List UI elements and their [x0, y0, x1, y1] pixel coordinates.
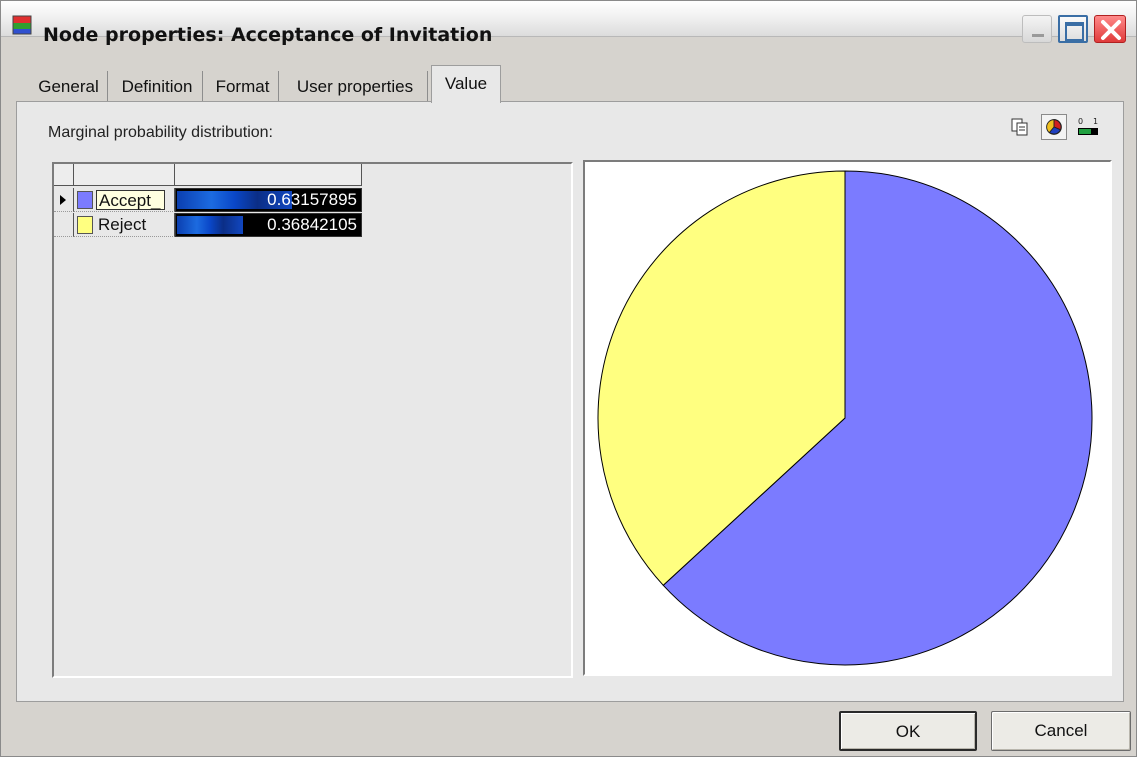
app-icon	[12, 15, 32, 35]
table-row[interactable]: Reject 0.36842105	[54, 213, 364, 237]
value-tab-panel: Marginal probability distribution: 0 1 A…	[16, 101, 1124, 702]
state-color-swatch	[77, 216, 93, 234]
probability-cell[interactable]: 0.63157895	[175, 188, 362, 212]
table-row[interactable]: Accept_ 0.63157895	[54, 188, 364, 212]
tab-strip: General Definition Format User propertie…	[1, 65, 1136, 103]
pie-chart-icon[interactable]	[1041, 114, 1067, 140]
copy-icon[interactable]	[1007, 114, 1033, 140]
close-icon	[1101, 20, 1121, 40]
pie-chart	[597, 170, 1093, 666]
value-column-header[interactable]	[175, 164, 362, 186]
tab-general[interactable]: General	[30, 71, 108, 102]
panel-toolbar: 0 1	[1007, 114, 1103, 140]
marginal-distribution-label: Marginal probability distribution:	[48, 124, 273, 141]
node-properties-window: Node properties: Acceptance of Invitatio…	[0, 0, 1137, 757]
tab-value[interactable]: Value	[431, 65, 501, 103]
state-cell[interactable]: Accept_	[74, 188, 175, 212]
title-bar[interactable]: Node properties: Acceptance of Invitatio…	[1, 1, 1136, 46]
tab-user-properties[interactable]: User properties	[283, 71, 428, 102]
probability-value: 0.36842105	[267, 215, 357, 234]
tab-definition[interactable]: Definition	[112, 71, 203, 102]
probability-bar	[177, 216, 243, 234]
probability-cell[interactable]: 0.36842105	[175, 213, 362, 237]
maximize-button[interactable]	[1058, 15, 1088, 43]
ok-button[interactable]: OK	[839, 711, 977, 751]
probability-grid: Accept_ 0.63157895 Reject 0.36842105	[52, 162, 573, 678]
state-column-header[interactable]	[74, 164, 175, 186]
state-cell[interactable]: Reject	[74, 213, 175, 237]
row-header[interactable]	[54, 188, 74, 212]
grid-corner-header	[54, 164, 74, 186]
pie-chart-pane	[583, 160, 1112, 676]
cancel-button[interactable]: Cancel	[991, 711, 1131, 751]
close-button[interactable]	[1094, 15, 1126, 43]
window-title: Node properties: Acceptance of Invitatio…	[43, 24, 493, 46]
tab-format[interactable]: Format	[207, 71, 279, 102]
row-header[interactable]	[54, 213, 74, 237]
svg-text:1: 1	[1093, 117, 1098, 126]
bar-scale-icon[interactable]: 0 1	[1075, 114, 1101, 140]
current-row-arrow-icon	[60, 195, 66, 205]
state-label: Accept_	[96, 190, 166, 210]
minimize-button[interactable]	[1022, 15, 1052, 43]
svg-text:0: 0	[1078, 117, 1083, 126]
grid-header-row	[54, 164, 364, 186]
probability-value: 0.63157895	[267, 190, 357, 209]
state-color-swatch	[77, 191, 93, 209]
state-label: Reject	[98, 215, 147, 234]
